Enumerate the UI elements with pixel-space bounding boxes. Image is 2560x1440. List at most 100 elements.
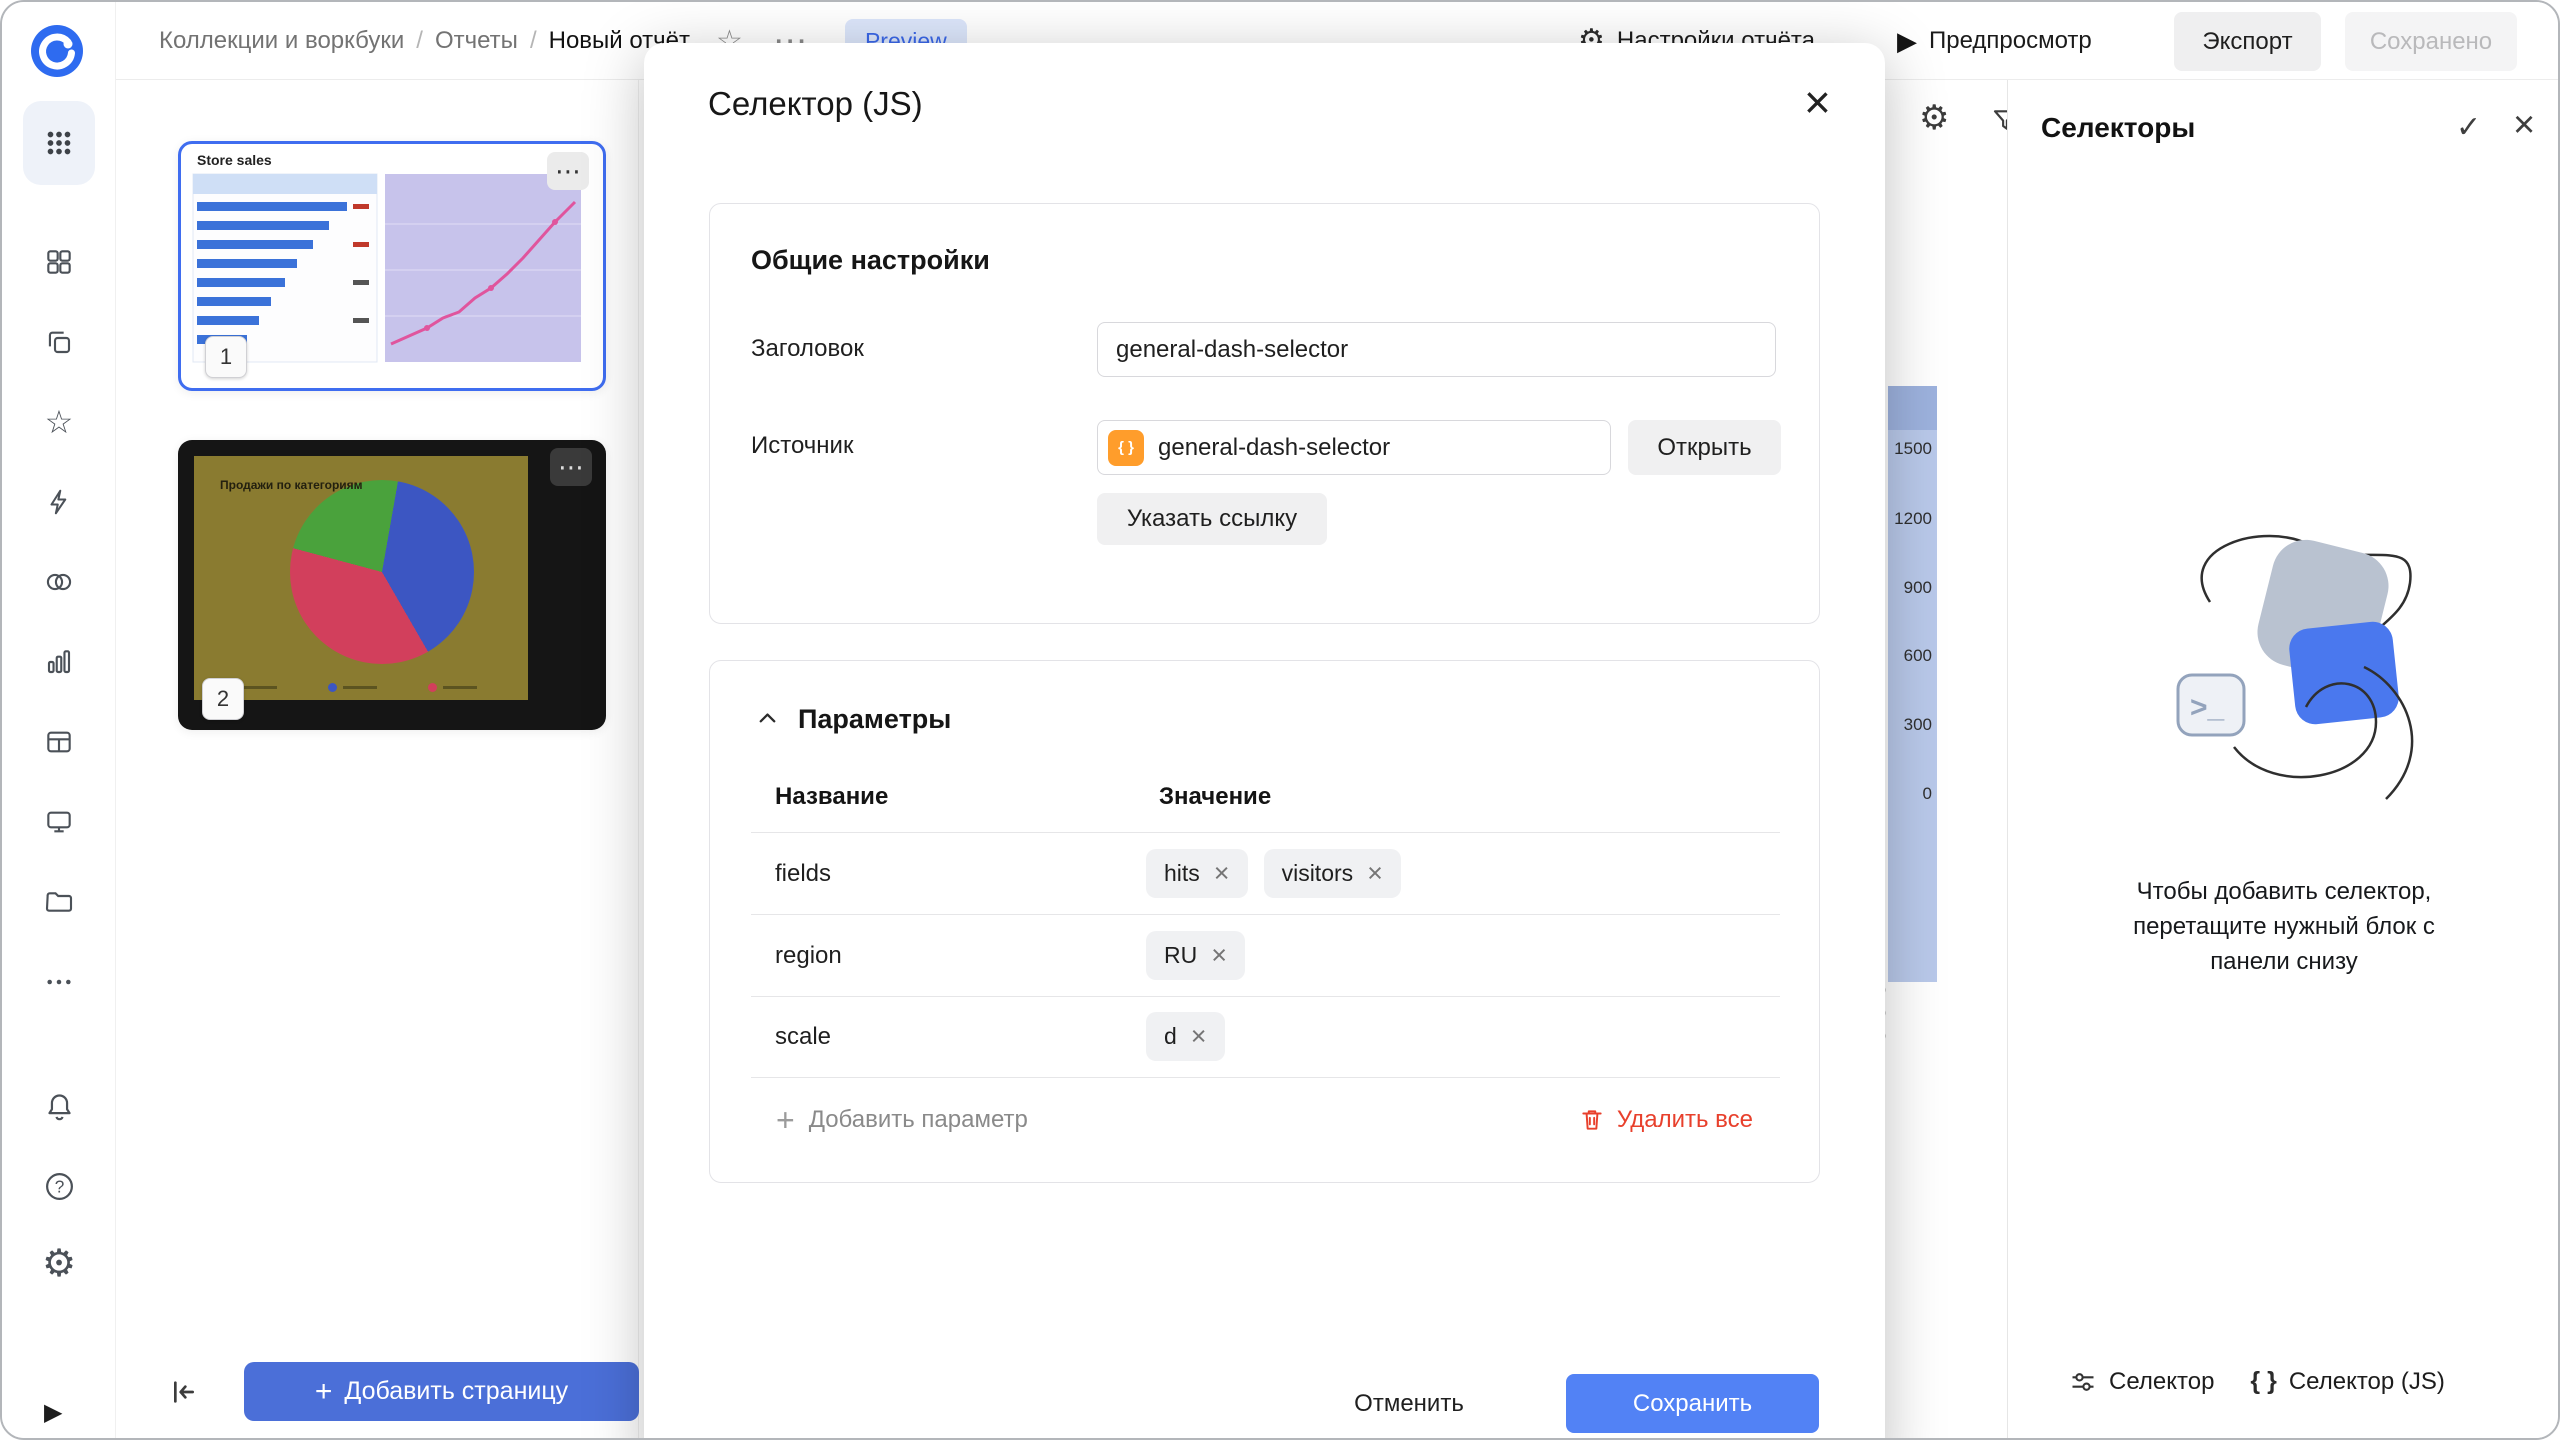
block-selector[interactable]: Селектор — [2069, 1368, 2214, 1396]
saved-button[interactable]: Сохранено — [2345, 12, 2517, 71]
blocks-toolbar: Селектор { } Селектор (JS) — [2069, 1367, 2445, 1396]
source-field[interactable]: { } general-dash-selector — [1097, 420, 1611, 475]
axis-tick: 600 — [1888, 646, 1932, 666]
settings-icon[interactable]: ⚙ — [31, 1236, 87, 1292]
datalens-logo-icon[interactable] — [29, 23, 85, 79]
sliders-icon — [2069, 1368, 2097, 1396]
preview-label: Предпросмотр — [1929, 27, 2092, 55]
title-label: Заголовок — [751, 335, 864, 363]
param-chips: hits × visitors × — [1146, 849, 1401, 898]
export-button[interactable]: Экспорт — [2174, 12, 2321, 71]
page-title: Store sales — [197, 152, 272, 168]
trash-icon — [1579, 1107, 1605, 1133]
axis-tick: 1200 — [1888, 509, 1932, 529]
sidebar-item-charts[interactable] — [31, 634, 87, 690]
section-heading: Общие настройки — [751, 245, 990, 276]
add-page-button[interactable]: + Добавить страницу — [244, 1362, 639, 1421]
collapse-chevron-icon[interactable] — [754, 705, 781, 737]
play-corner-icon[interactable]: ▶ — [44, 1398, 62, 1427]
pie-chart — [290, 480, 474, 664]
save-button[interactable]: Сохранить — [1566, 1374, 1819, 1433]
param-chips: RU × — [1146, 931, 1245, 980]
axis-tick: 0 — [1888, 784, 1932, 804]
param-chip[interactable]: RU × — [1146, 931, 1245, 980]
empty-state-hint: Чтобы добавить селектор, перетащите нужн… — [2114, 874, 2454, 979]
param-chip[interactable]: d × — [1146, 1012, 1225, 1061]
block-selector-js[interactable]: { } Селектор (JS) — [2250, 1367, 2445, 1396]
panel-title: Селекторы — [2041, 112, 2195, 144]
preview-button[interactable]: ▶ Предпросмотр — [1897, 2, 2092, 80]
empty-state-illustration: >_ — [2114, 507, 2454, 842]
sidebar-item-presentations[interactable] — [31, 794, 87, 850]
param-name: fields — [775, 860, 831, 888]
sidebar-item-dashboards[interactable] — [31, 234, 87, 290]
chip-remove-icon[interactable]: × — [1211, 942, 1227, 969]
app-window: ☆ ? ⚙ ▶ — [0, 0, 2560, 1440]
page-number-badge: 1 — [205, 336, 247, 378]
chip-label: visitors — [1282, 860, 1354, 887]
add-page-label: Добавить страницу — [344, 1377, 568, 1406]
chip-label: RU — [1164, 942, 1197, 969]
thumbnail-menu-button[interactable]: ⋯ — [547, 152, 589, 190]
svg-text:?: ? — [54, 1176, 64, 1196]
delete-all-label: Удалить все — [1617, 1106, 1753, 1134]
open-button[interactable]: Открыть — [1628, 420, 1781, 475]
source-value: general-dash-selector — [1158, 434, 1390, 462]
sidebar: ☆ ? ⚙ ▶ — [2, 2, 116, 1438]
chip-remove-icon[interactable]: × — [1214, 860, 1230, 887]
axis-tick: 1500 — [1888, 439, 1932, 459]
sidebar-item-relations[interactable] — [31, 554, 87, 610]
plus-icon: + — [315, 1375, 333, 1409]
apply-check-icon[interactable]: ✓ — [2456, 110, 2481, 145]
params-section: Параметры Название Значение fields hits … — [709, 660, 1820, 1183]
column-header-value: Значение — [1159, 783, 1271, 811]
sidebar-item-files[interactable] — [31, 874, 87, 930]
general-settings-section: Общие настройки Заголовок Источник { } g… — [709, 203, 1820, 624]
link-button[interactable]: Указать ссылку — [1097, 493, 1327, 545]
thumbnail-menu-button[interactable]: ⋯ — [550, 448, 592, 486]
add-param-button[interactable]: + Добавить параметр — [776, 1098, 1028, 1142]
sidebar-item-quick-actions[interactable] — [31, 474, 87, 530]
block-label: Селектор (JS) — [2289, 1368, 2445, 1396]
page-thumbnail-2[interactable]: ⋯ Продажи по категориям 2 — [178, 440, 606, 730]
sidebar-item-more[interactable] — [31, 954, 87, 1010]
sidebar-item-collections[interactable] — [31, 314, 87, 370]
dialog-title: Селектор (JS) — [708, 85, 923, 123]
delete-all-button[interactable]: Удалить все — [1579, 1098, 1753, 1142]
axis-tick: 300 — [1888, 715, 1932, 735]
breadcrumb-separator: / — [416, 27, 423, 55]
js-source-icon: { } — [1108, 430, 1144, 466]
page-number-badge: 2 — [202, 678, 244, 720]
help-icon[interactable]: ? — [31, 1158, 87, 1214]
collapse-panel-button[interactable] — [152, 1362, 211, 1421]
selector-title-input[interactable] — [1097, 322, 1776, 377]
star-icon: ☆ — [45, 406, 74, 438]
source-label: Источник — [751, 432, 853, 460]
close-icon[interactable]: × — [1804, 79, 1831, 125]
cancel-button[interactable]: Отменить — [1341, 1374, 1477, 1433]
param-chips: d × — [1146, 1012, 1225, 1061]
column-header-name: Название — [775, 783, 888, 811]
selector-js-dialog: Селектор (JS) × Общие настройки Заголово… — [644, 43, 1885, 1440]
breadcrumb-link-reports[interactable]: Отчеты — [435, 27, 518, 55]
breadcrumb-link-collections[interactable]: Коллекции и воркбуки — [159, 27, 404, 55]
sidebar-item-favorites[interactable]: ☆ — [31, 394, 87, 450]
svg-text:>_: >_ — [2190, 691, 2225, 724]
param-name: region — [775, 942, 842, 970]
notifications-icon[interactable] — [31, 1078, 87, 1134]
widget-settings-gear-icon[interactable]: ⚙ — [1919, 98, 1949, 138]
sidebar-item-datasets[interactable] — [31, 714, 87, 770]
play-icon: ▶ — [1897, 26, 1917, 57]
plus-icon: + — [776, 1104, 795, 1136]
chip-remove-icon[interactable]: × — [1191, 1023, 1207, 1050]
chip-remove-icon[interactable]: × — [1367, 860, 1383, 887]
apps-grid-icon[interactable] — [23, 101, 95, 185]
selectors-panel: Селекторы ✓ × >_ Чтобы добавить селектор… — [2007, 80, 2560, 1438]
close-panel-icon[interactable]: × — [2513, 106, 2535, 144]
mini-pie-chart-preview: Продажи по категориям — [194, 456, 528, 700]
param-name: scale — [775, 1023, 831, 1051]
page-thumbnail-1[interactable]: Store sales ⋯ — [178, 141, 606, 391]
param-chip[interactable]: visitors × — [1264, 849, 1401, 898]
axis-tick: 900 — [1888, 578, 1932, 598]
param-chip[interactable]: hits × — [1146, 849, 1248, 898]
